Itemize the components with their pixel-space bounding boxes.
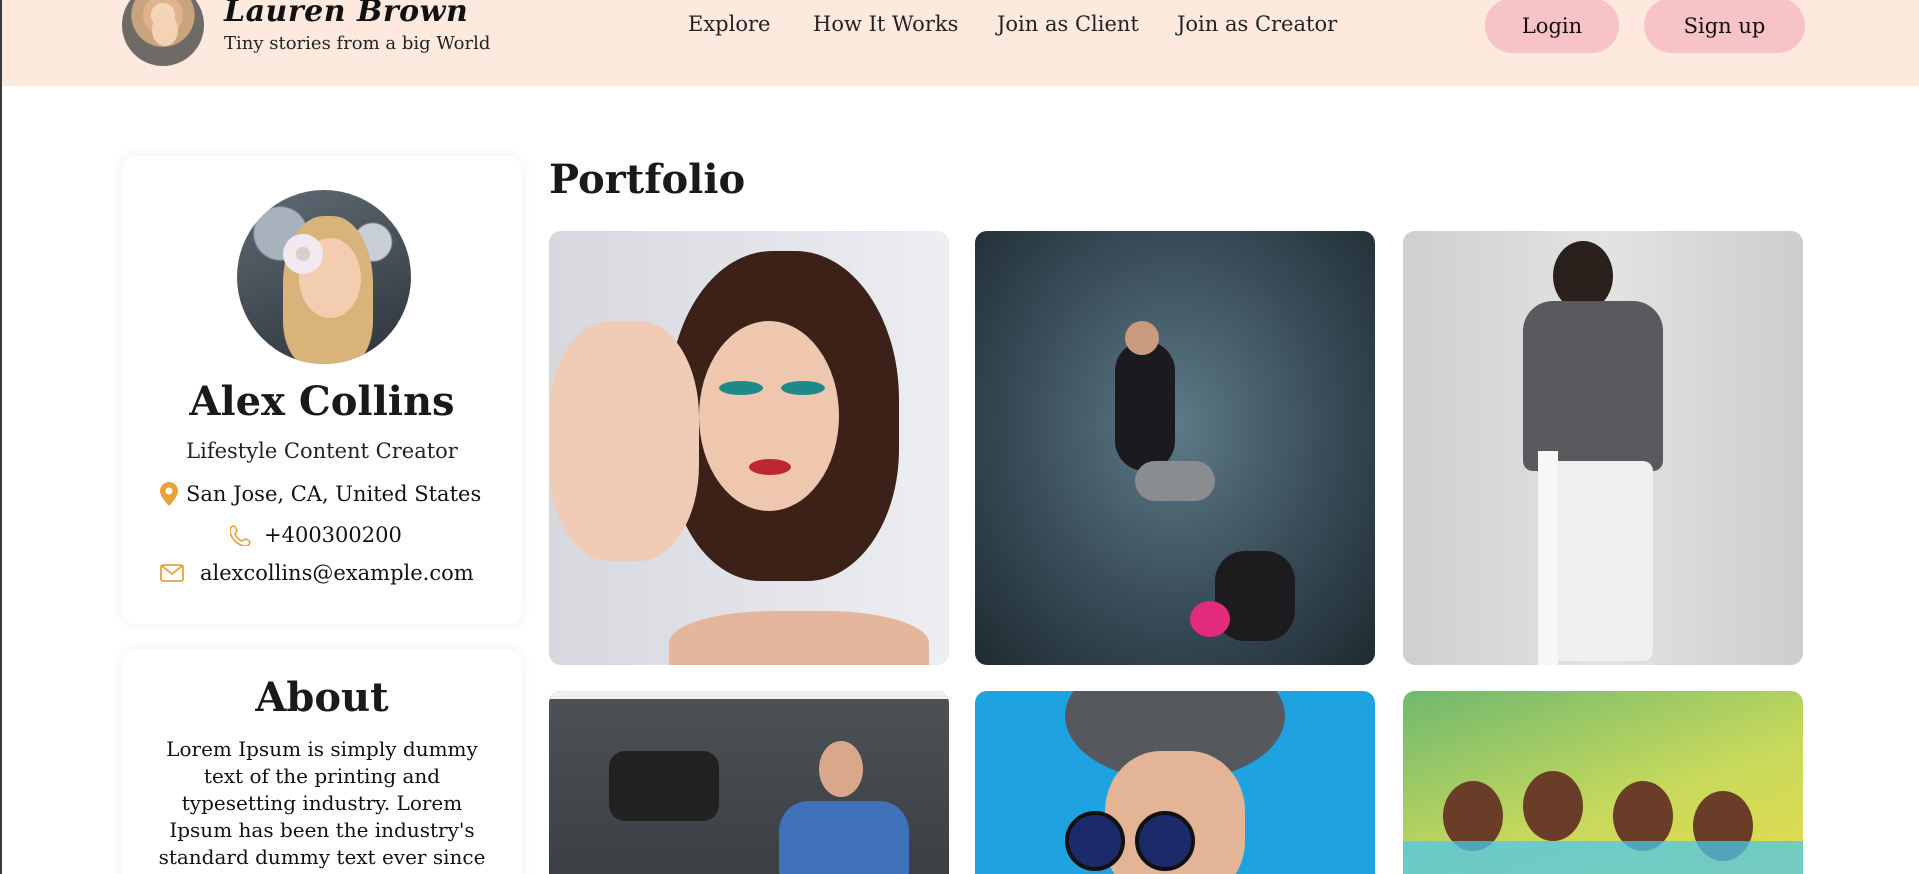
- email-row: alexcollins@example.com: [160, 561, 474, 585]
- mail-icon: [160, 564, 184, 582]
- portfolio-item[interactable]: [1403, 231, 1803, 665]
- phone-text[interactable]: +400300200: [264, 523, 402, 547]
- signup-button[interactable]: Sign up: [1644, 0, 1805, 53]
- email-text[interactable]: alexcollins@example.com: [200, 561, 474, 585]
- profile-avatar: [237, 190, 411, 364]
- profile-role: Lifestyle Content Creator: [186, 439, 458, 463]
- portfolio-title: Portfolio: [549, 156, 746, 203]
- nav-explore[interactable]: Explore: [688, 12, 770, 36]
- brand-avatar[interactable]: [122, 0, 204, 66]
- profile-card: Alex Collins Lifestyle Content Creator S…: [122, 156, 522, 624]
- about-title: About: [255, 674, 389, 721]
- window-edge: [0, 0, 2, 874]
- brand-tagline: Tiny stories from a big World: [224, 33, 491, 54]
- profile-name: Alex Collins: [189, 378, 455, 425]
- brand-name[interactable]: Lauren Brown: [224, 0, 468, 29]
- location-row: San Jose, CA, United States: [160, 482, 481, 506]
- portfolio-item[interactable]: [1403, 691, 1803, 874]
- site-header: Lauren Brown Tiny stories from a big Wor…: [2, 0, 1919, 86]
- portfolio-item[interactable]: [549, 691, 949, 874]
- nav-join-as-client[interactable]: Join as Client: [997, 12, 1139, 36]
- location-text: San Jose, CA, United States: [186, 482, 482, 506]
- about-text: Lorem Ipsum is simply dummy text of the …: [158, 737, 486, 869]
- phone-row: +400300200: [230, 523, 402, 547]
- login-button[interactable]: Login: [1485, 0, 1619, 53]
- map-pin-icon: [160, 482, 178, 506]
- portfolio-item[interactable]: [975, 691, 1375, 874]
- nav-how-it-works[interactable]: How It Works: [813, 12, 958, 36]
- about-card: About Lorem Ipsum is simply dummy text o…: [122, 650, 522, 874]
- portfolio-item[interactable]: [549, 231, 949, 665]
- phone-icon: [230, 525, 251, 546]
- portfolio-item[interactable]: [975, 231, 1375, 665]
- nav-join-as-creator[interactable]: Join as Creator: [1177, 12, 1337, 36]
